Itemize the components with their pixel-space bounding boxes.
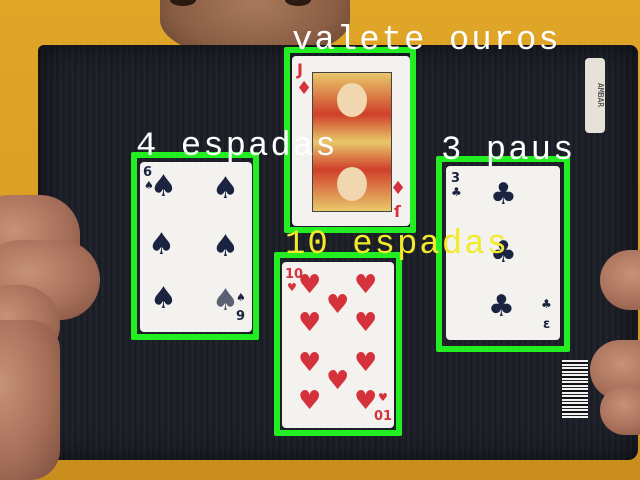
detection-box-ten-spades [274, 252, 402, 436]
notebook-brand-label: AMBAR [585, 58, 605, 133]
label-three-clubs: 3 paus [441, 132, 576, 170]
left-eye [170, 0, 196, 6]
label-jack-diamonds: valete ouros [292, 22, 561, 60]
right-eye [285, 0, 311, 6]
detection-box-four-spades [131, 152, 259, 340]
left-hand-palm [0, 320, 60, 480]
label-four-spades: 4 espadas [136, 128, 338, 166]
camera-frame: AMBAR 6 ♠ ♠ ♠ ♠ ♠ ♠ ♠ ♠ 9 J ♦ ♦ ſ 3 ♣ ♣ … [0, 0, 640, 480]
label-ten-spades: 10 espadas [285, 226, 510, 264]
barcode-sticker [562, 360, 588, 418]
